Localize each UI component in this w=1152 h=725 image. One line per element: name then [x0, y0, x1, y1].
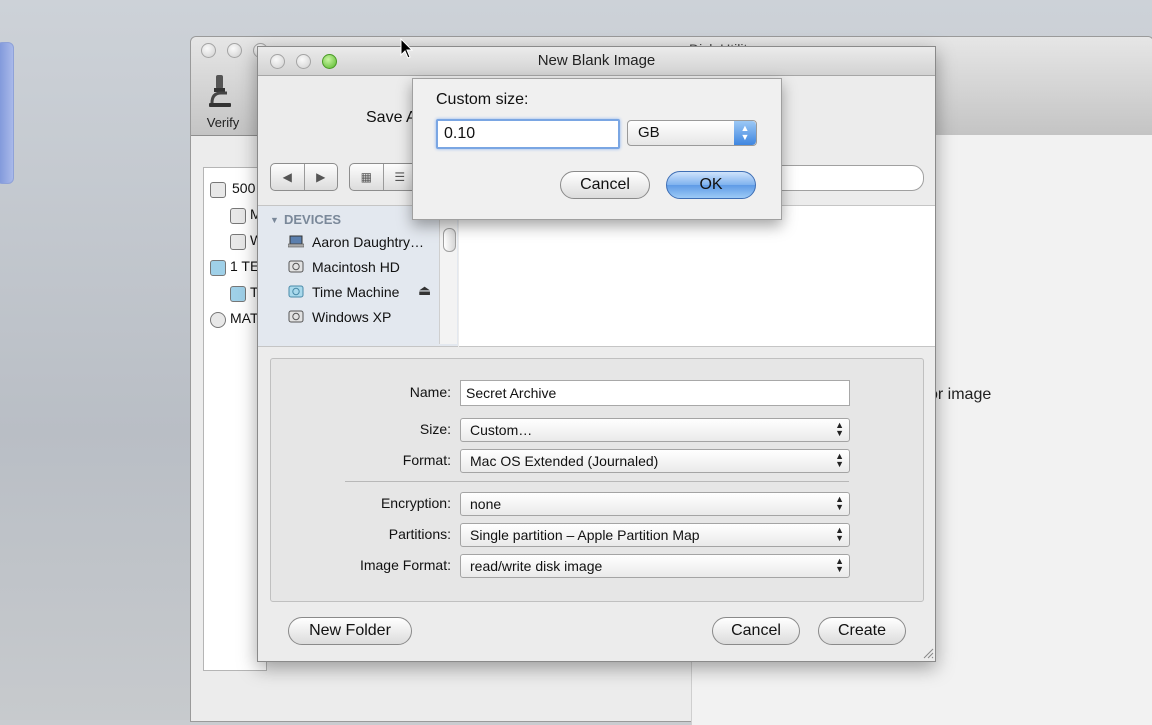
mouse-pointer-icon: [400, 38, 414, 59]
dialog-titlebar: New Blank Image: [258, 47, 935, 76]
volume-icon: [230, 286, 246, 302]
partitions-popup[interactable]: Single partition – Apple Partition Map ▲…: [460, 523, 850, 547]
forward-arrow-icon[interactable]: ▶: [303, 164, 338, 190]
back-forward-control[interactable]: ◀ ▶: [270, 163, 338, 191]
divider: [345, 481, 849, 482]
hard-drive-icon: [288, 310, 304, 323]
time-machine-drive-icon: [288, 285, 304, 298]
scrollbar-thumb[interactable]: [443, 228, 456, 252]
sidebar-item-time-machine[interactable]: Time Machine ⏏: [288, 282, 448, 304]
file-browser-pane[interactable]: [459, 205, 935, 347]
popup-arrows-icon: ▲ ▼: [835, 556, 844, 574]
sidebar-item-aaron-daughtry[interactable]: Aaron Daughtry…: [288, 232, 448, 254]
microscope-icon[interactable]: [207, 73, 233, 109]
view-mode-control[interactable]: ▦ ☰: [349, 163, 417, 191]
custom-size-popover: Custom size: 0.10 GB ▲ ▼ Cancel OK: [412, 78, 782, 220]
image-options-group: Name: Secret Archive Size: Custom… ▲ ▼ Fo…: [270, 358, 924, 602]
size-unit-popup[interactable]: GB ▲ ▼: [627, 120, 757, 146]
format-label: Format:: [402, 452, 451, 468]
volume-icon: [230, 234, 246, 250]
disclosure-triangle-icon[interactable]: ▼: [270, 215, 279, 225]
dock-edge[interactable]: [0, 42, 14, 184]
info-text-fragment: or image: [929, 386, 992, 403]
image-format-popup[interactable]: read/write disk image ▲ ▼: [460, 554, 850, 578]
partitions-label: Partitions:: [388, 526, 451, 542]
sidebar-item-windows-xp[interactable]: Windows XP: [288, 307, 448, 329]
hard-drive-icon: [210, 182, 226, 198]
custom-size-label: Custom size:: [436, 91, 529, 108]
format-popup[interactable]: Mac OS Extended (Journaled) ▲ ▼: [460, 449, 850, 473]
custom-size-input[interactable]: 0.10: [436, 119, 620, 149]
size-label: Size:: [419, 421, 451, 437]
cancel-button[interactable]: Cancel: [712, 617, 800, 645]
image-format-label: Image Format:: [359, 557, 451, 573]
name-field[interactable]: Secret Archive: [460, 380, 850, 406]
encryption-label: Encryption:: [380, 495, 451, 511]
save-as-label: Save A: [366, 109, 417, 126]
finder-sidebar: ▼ DEVICES Aaron Daughtry… Macintosh HD T…: [258, 205, 458, 347]
verify-button-label[interactable]: Verify: [201, 115, 245, 130]
minimize-button[interactable]: [227, 43, 242, 58]
popup-arrows-icon: ▲ ▼: [835, 451, 844, 469]
icon-view-icon[interactable]: ▦: [350, 164, 383, 190]
popup-stepper-icon: ▲ ▼: [734, 121, 756, 145]
optical-disc-icon: [210, 312, 226, 328]
laptop-icon: [288, 235, 304, 248]
resize-grip-icon[interactable]: [922, 647, 934, 659]
list-view-icon[interactable]: ☰: [382, 164, 417, 190]
popup-arrows-icon: ▲ ▼: [835, 494, 844, 512]
new-folder-button[interactable]: New Folder: [288, 617, 412, 645]
hard-drive-icon: [288, 260, 304, 273]
sidebar-scrollbar[interactable]: [439, 206, 457, 344]
size-popup[interactable]: Custom… ▲ ▼: [460, 418, 850, 442]
encryption-popup[interactable]: none ▲ ▼: [460, 492, 850, 516]
external-drive-icon: [210, 260, 226, 276]
popover-cancel-button[interactable]: Cancel: [560, 171, 650, 199]
name-label: Name:: [409, 384, 451, 400]
sidebar-section-devices: DEVICES: [284, 212, 342, 227]
close-button[interactable]: [201, 43, 216, 58]
popup-arrows-icon: ▲ ▼: [835, 420, 844, 438]
volume-icon: [230, 208, 246, 224]
popup-arrows-icon: ▲ ▼: [835, 525, 844, 543]
ok-button[interactable]: OK: [666, 171, 756, 199]
dialog-title: New Blank Image: [537, 52, 656, 69]
create-button[interactable]: Create: [818, 617, 906, 645]
sidebar-item-macintosh-hd[interactable]: Macintosh HD: [288, 257, 448, 279]
back-arrow-icon[interactable]: ◀: [271, 164, 304, 190]
eject-icon[interactable]: ⏏: [418, 282, 431, 299]
